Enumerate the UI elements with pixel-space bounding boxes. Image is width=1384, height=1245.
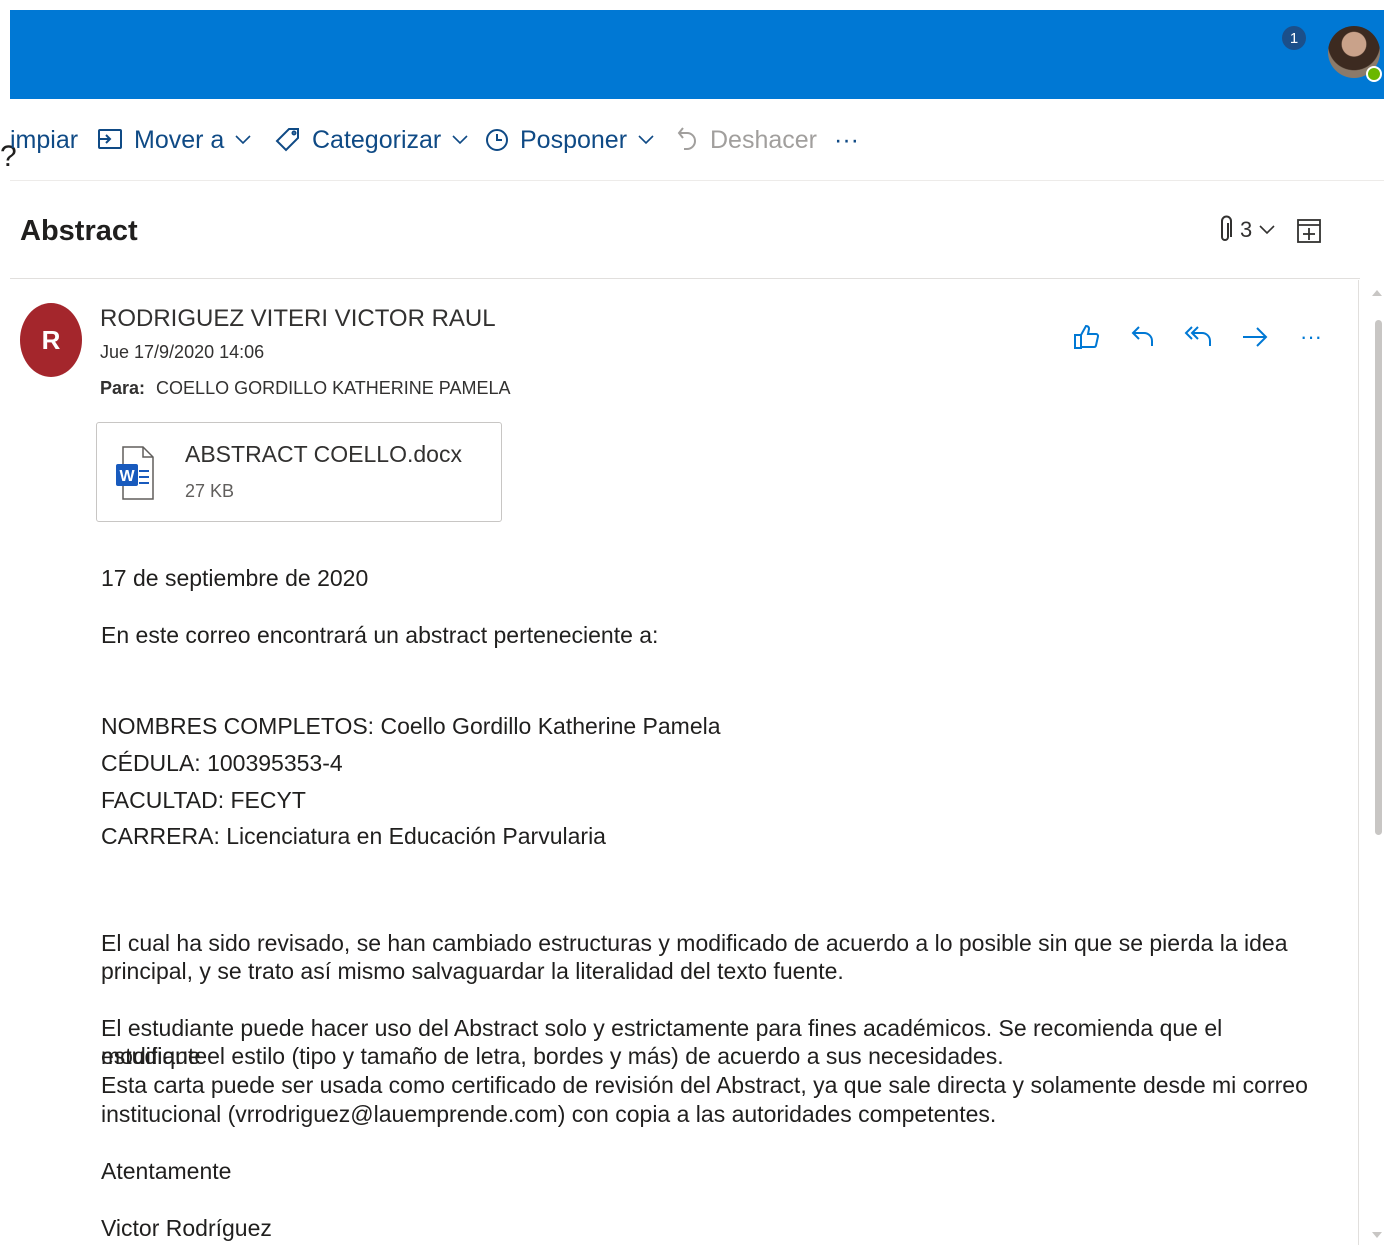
body-faculty: FACULTAD: FECYT	[101, 787, 306, 813]
snooze-button[interactable]: Posponer	[484, 99, 655, 181]
clock-icon	[486, 129, 508, 151]
to-label: Para:	[100, 378, 146, 398]
more-label: ···	[834, 125, 859, 154]
tag-icon	[275, 128, 299, 152]
more-actions-button[interactable]: ···	[1294, 314, 1328, 360]
sender-name[interactable]: RODRIGUEZ VITERI VICTOR RAUL	[100, 305, 496, 333]
notification-badge: 1	[1282, 26, 1306, 50]
body-paragraph-line: El cual ha sido revisado, se han cambiad…	[101, 930, 1288, 956]
subject-divider	[10, 278, 1360, 279]
open-in-new-window-icon[interactable]	[1296, 216, 1322, 244]
paperclip-icon[interactable]	[1216, 215, 1234, 245]
body-paragraph-line: modifique el estilo (tipo y tamaño de le…	[101, 1043, 1004, 1069]
attachment-card[interactable]: W ABSTRACT COELLO.docx 27 KB	[96, 422, 502, 522]
chevron-down-icon[interactable]	[1258, 224, 1276, 236]
word-document-icon: W	[116, 446, 154, 500]
move-to-button[interactable]: Mover a	[96, 99, 252, 181]
scrollbar-thumb[interactable]	[1375, 320, 1382, 835]
chevron-down-icon	[452, 135, 468, 145]
body-paragraph-line: institucional (vrrodriguez@lauemprende.c…	[101, 1101, 997, 1127]
undo-icon	[677, 127, 696, 150]
command-bar: impiar Mover a Categorizar Posponer Desh…	[10, 99, 1384, 181]
body-names: NOMBRES COMPLETOS: Coello Gordillo Kathe…	[101, 713, 721, 739]
reply-icon[interactable]	[1126, 314, 1160, 360]
attachment-count[interactable]: 3	[1240, 217, 1252, 243]
reply-all-icon[interactable]	[1182, 314, 1216, 360]
body-career: CARRERA: Licenciatura en Educación Parvu…	[101, 823, 606, 849]
clean-label: impiar	[10, 125, 79, 154]
body-signature: Victor Rodríguez	[101, 1215, 272, 1241]
recipient[interactable]: COELLO GORDILLO KATHERINE PAMELA	[156, 378, 510, 398]
to-line: Para: COELLO GORDILLO KATHERINE PAMELA	[100, 378, 510, 399]
move-icon	[98, 129, 122, 149]
undo-button[interactable]: Deshacer	[674, 99, 817, 181]
body-id: CÉDULA: 100395353-4	[101, 750, 343, 776]
subject-tools: 3	[1216, 208, 1322, 252]
top-app-bar	[10, 10, 1384, 99]
body-paragraph-line: Esta carta puede ser usada como certific…	[101, 1072, 1308, 1098]
more-commands-button[interactable]: ···	[834, 99, 859, 181]
sent-date: Jue 17/9/2020 14:06	[100, 342, 265, 362]
sender-avatar[interactable]: R	[20, 303, 82, 377]
reading-pane-border	[1358, 280, 1359, 1245]
like-icon[interactable]	[1070, 314, 1104, 360]
snooze-label: Posponer	[520, 125, 628, 154]
scroll-up-arrow-icon[interactable]	[1372, 290, 1382, 296]
chevron-down-icon	[235, 135, 251, 145]
presence-status-icon	[1366, 66, 1382, 82]
scroll-down-arrow-icon[interactable]	[1372, 1232, 1382, 1238]
svg-text:W: W	[119, 468, 135, 485]
categorize-button[interactable]: Categorizar	[274, 99, 469, 181]
body-intro: En este correo encontrará un abstract pe…	[101, 622, 659, 648]
body-closing: Atentamente	[101, 1158, 232, 1184]
attachment-name: ABSTRACT COELLO.docx	[185, 441, 462, 467]
chevron-down-icon	[638, 135, 654, 145]
move-label: Mover a	[134, 125, 225, 154]
message-actions: ···	[1070, 314, 1328, 360]
body-date-line: 17 de septiembre de 2020	[101, 565, 369, 591]
message-subject: Abstract	[20, 215, 138, 247]
forward-icon[interactable]	[1238, 314, 1272, 360]
categorize-label: Categorizar	[312, 125, 442, 154]
attachment-size: 27 KB	[185, 481, 235, 501]
clean-button[interactable]: impiar	[10, 99, 78, 181]
undo-label: Deshacer	[710, 125, 817, 154]
body-paragraph-line: principal, y se trato así mismo salvagua…	[101, 958, 844, 984]
